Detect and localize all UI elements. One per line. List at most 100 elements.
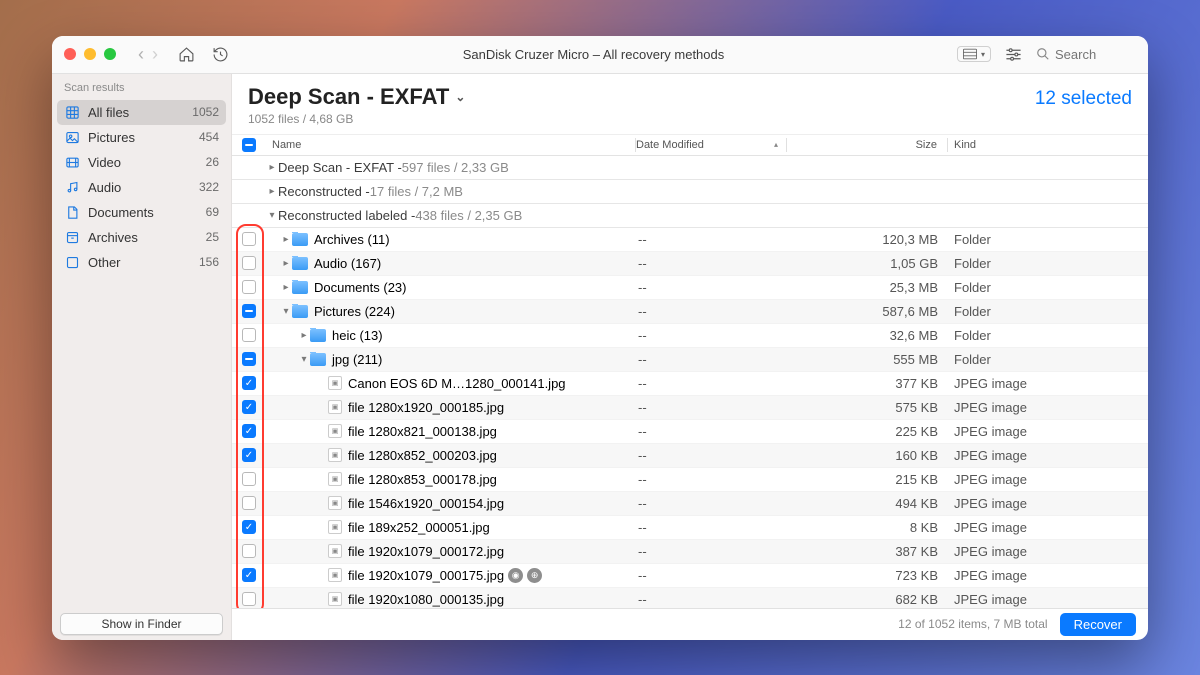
row-checkbox[interactable] — [242, 544, 256, 558]
sidebar-item-label: All files — [88, 105, 192, 120]
other-icon — [64, 254, 80, 270]
disclosure-triangle-icon[interactable]: ▾ — [266, 210, 278, 221]
folder-row[interactable]: ▾Pictures (224) -- 587,6 MB Folder — [232, 300, 1148, 324]
column-date-header[interactable]: Date Modified ▴ — [636, 139, 786, 151]
nav-forward-button[interactable]: › — [148, 44, 162, 65]
search-input[interactable] — [1055, 47, 1135, 62]
select-all-checkbox[interactable] — [242, 138, 256, 152]
file-row[interactable]: ▣file 1546x1920_000154.jpg -- 494 KB JPE… — [232, 492, 1148, 516]
row-checkbox[interactable] — [242, 280, 256, 294]
folder-row[interactable]: ▸Audio (167) -- 1,05 GB Folder — [232, 252, 1148, 276]
row-checkbox[interactable] — [242, 256, 256, 270]
search-field[interactable] — [1036, 47, 1136, 62]
row-date: -- — [638, 424, 788, 439]
row-checkbox[interactable] — [242, 352, 256, 366]
row-checkbox[interactable]: ✓ — [242, 448, 256, 462]
column-size-header[interactable]: Size — [787, 139, 947, 151]
row-checkbox[interactable] — [242, 472, 256, 486]
row-checkbox[interactable]: ✓ — [242, 568, 256, 582]
column-kind-header[interactable]: Kind — [948, 139, 1148, 151]
file-table[interactable]: ▸Deep Scan - EXFAT - 597 files / 2,33 GB… — [232, 156, 1148, 608]
column-name-header[interactable]: Name — [266, 139, 635, 151]
group-row[interactable]: ▸Reconstructed - 17 files / 7,2 MB — [232, 180, 1148, 204]
file-row[interactable]: ✓ ▣file 1280x1920_000185.jpg -- 575 KB J… — [232, 396, 1148, 420]
footer-bar: 12 of 1052 items, 7 MB total Recover — [232, 608, 1148, 640]
close-window-button[interactable] — [64, 48, 76, 60]
sidebar-item-audio[interactable]: Audio 322 — [52, 175, 231, 200]
row-checkbox[interactable]: ✓ — [242, 424, 256, 438]
disclosure-triangle-icon[interactable]: ▾ — [280, 306, 292, 317]
folder-row[interactable]: ▸Documents (23) -- 25,3 MB Folder — [232, 276, 1148, 300]
group-row[interactable]: ▸Deep Scan - EXFAT - 597 files / 2,33 GB — [232, 156, 1148, 180]
page-title[interactable]: Deep Scan - EXFAT ⌄ — [248, 84, 1132, 110]
row-size: 555 MB — [788, 352, 948, 367]
row-checkbox[interactable]: ✓ — [242, 520, 256, 534]
row-checkbox[interactable] — [242, 592, 256, 606]
nav-arrows: ‹ › — [134, 44, 162, 65]
row-size: 587,6 MB — [788, 304, 948, 319]
history-icon[interactable] — [210, 46, 230, 63]
settings-icon[interactable] — [1005, 47, 1022, 62]
file-row[interactable]: ✓ ▣file 189x252_000051.jpg -- 8 KB JPEG … — [232, 516, 1148, 540]
sidebar: Scan results All files 1052 Pictures 454… — [52, 74, 232, 640]
row-checkbox[interactable]: ✓ — [242, 376, 256, 390]
row-date: -- — [638, 232, 788, 247]
view-mode-dropdown[interactable]: ▾ — [957, 46, 991, 62]
group-row[interactable]: ▾Reconstructed labeled - 438 files / 2,3… — [232, 204, 1148, 228]
sidebar-item-all-files[interactable]: All files 1052 — [57, 100, 226, 125]
row-size: 377 KB — [788, 376, 948, 391]
file-row[interactable]: ▣file 1920x1080_000135.jpg -- 682 KB JPE… — [232, 588, 1148, 608]
disclosure-triangle-icon[interactable]: ▸ — [266, 162, 278, 173]
row-name: Canon EOS 6D M…1280_000141.jpg — [348, 376, 566, 391]
row-name: file 1920x1079_000175.jpg — [348, 568, 504, 583]
sidebar-item-other[interactable]: Other 156 — [52, 250, 231, 275]
row-checkbox[interactable] — [242, 232, 256, 246]
sidebar-item-documents[interactable]: Documents 69 — [52, 200, 231, 225]
sidebar-item-pictures[interactable]: Pictures 454 — [52, 125, 231, 150]
row-name: file 189x252_000051.jpg — [348, 520, 490, 535]
row-checkbox[interactable] — [242, 496, 256, 510]
recover-button[interactable]: Recover — [1060, 613, 1136, 636]
document-icon — [64, 204, 80, 220]
minimize-window-button[interactable] — [84, 48, 96, 60]
archive-icon — [64, 229, 80, 245]
sidebar-item-archives[interactable]: Archives 25 — [52, 225, 231, 250]
row-name: heic (13) — [332, 328, 383, 343]
row-checkbox[interactable]: ✓ — [242, 400, 256, 414]
folder-row[interactable]: ▸Archives (11) -- 120,3 MB Folder — [232, 228, 1148, 252]
folder-row[interactable]: ▾jpg (211) -- 555 MB Folder — [232, 348, 1148, 372]
file-row[interactable]: ✓ ▣file 1920x1079_000175.jpg◉⊕ -- 723 KB… — [232, 564, 1148, 588]
file-row[interactable]: ▣file 1920x1079_000172.jpg -- 387 KB JPE… — [232, 540, 1148, 564]
disclosure-triangle-icon[interactable]: ▸ — [280, 258, 292, 269]
file-row[interactable]: ▣file 1280x853_000178.jpg -- 215 KB JPEG… — [232, 468, 1148, 492]
row-kind: Folder — [948, 352, 1148, 367]
disclosure-triangle-icon[interactable]: ▾ — [298, 354, 310, 365]
info-badge-icon[interactable]: ⊕ — [527, 568, 542, 583]
disclosure-triangle-icon[interactable]: ▸ — [266, 186, 278, 197]
home-icon[interactable] — [176, 46, 196, 63]
row-size: 160 KB — [788, 448, 948, 463]
sidebar-item-video[interactable]: Video 26 — [52, 150, 231, 175]
folder-icon — [310, 353, 326, 366]
sidebar-item-count: 25 — [206, 230, 219, 244]
row-size: 25,3 MB — [788, 280, 948, 295]
disclosure-triangle-icon[interactable]: ▸ — [280, 282, 292, 293]
zoom-window-button[interactable] — [104, 48, 116, 60]
file-row[interactable]: ✓ ▣Canon EOS 6D M…1280_000141.jpg -- 377… — [232, 372, 1148, 396]
show-in-finder-button[interactable]: Show in Finder — [60, 613, 223, 635]
file-row[interactable]: ✓ ▣file 1280x821_000138.jpg -- 225 KB JP… — [232, 420, 1148, 444]
disclosure-triangle-icon[interactable]: ▸ — [298, 330, 310, 341]
image-file-icon: ▣ — [328, 520, 342, 534]
row-checkbox[interactable] — [242, 328, 256, 342]
row-size: 723 KB — [788, 568, 948, 583]
disclosure-triangle-icon[interactable]: ▸ — [280, 234, 292, 245]
row-checkbox[interactable] — [242, 304, 256, 318]
audio-icon — [64, 179, 80, 195]
file-row[interactable]: ✓ ▣file 1280x852_000203.jpg -- 160 KB JP… — [232, 444, 1148, 468]
window-controls — [64, 48, 116, 60]
preview-badge-icon[interactable]: ◉ — [508, 568, 523, 583]
row-name: Audio (167) — [314, 256, 381, 271]
folder-row[interactable]: ▸heic (13) -- 32,6 MB Folder — [232, 324, 1148, 348]
row-date: -- — [638, 352, 788, 367]
nav-back-button[interactable]: ‹ — [134, 44, 148, 65]
